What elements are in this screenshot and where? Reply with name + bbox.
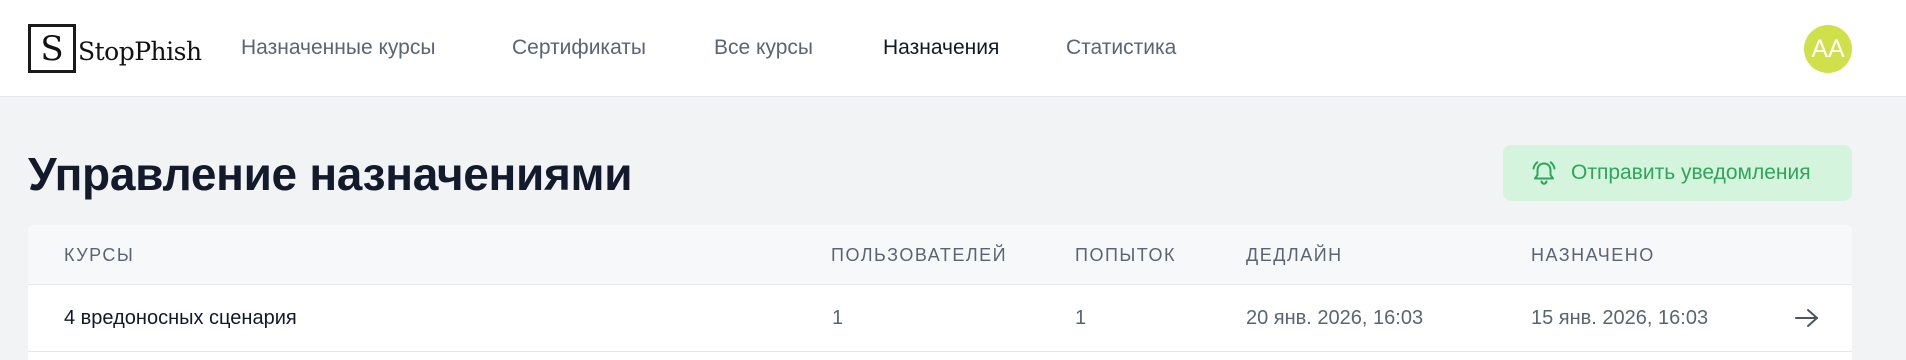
bell-icon: [1531, 159, 1557, 187]
column-header-attempts[interactable]: ПОПЫТОК: [1075, 245, 1176, 266]
user-avatar[interactable]: AA: [1804, 25, 1852, 73]
cell-course-name: 4 вредоносных сценария: [64, 307, 297, 329]
table-header: КУРСЫ ПОЛЬЗОВАТЕЛЕЙ ПОПЫТОК ДЕДЛАЙН НАЗН…: [28, 225, 1852, 285]
cell-assigned-date: 15 янв. 2026, 16:03: [1531, 307, 1709, 329]
nav-assigned-courses[interactable]: Назначенные курсы: [241, 36, 435, 60]
top-navigation-bar: S StopPhish Назначенные курсы Сертификат…: [0, 0, 1906, 97]
cell-deadline: 20 янв. 2026, 16:03: [1246, 307, 1424, 329]
nav-statistics[interactable]: Статистика: [1066, 36, 1176, 60]
arrow-right-icon[interactable]: [1793, 306, 1821, 330]
column-header-assigned[interactable]: НАЗНАЧЕНО: [1531, 245, 1655, 266]
nav-assignments[interactable]: Назначения: [883, 36, 999, 60]
stopphish-logo[interactable]: S StopPhish: [28, 24, 202, 73]
nav-all-courses[interactable]: Все курсы: [714, 36, 813, 60]
page-title: Управление назначениями: [28, 148, 633, 200]
column-header-users[interactable]: ПОЛЬЗОВАТЕЛЕЙ: [831, 245, 1007, 266]
nav-certificates[interactable]: Сертификаты: [512, 36, 646, 60]
cell-users-count: 1: [832, 307, 844, 329]
send-notifications-button[interactable]: Отправить уведомления: [1503, 145, 1852, 201]
column-header-courses[interactable]: КУРСЫ: [64, 245, 134, 266]
logo-text: StopPhish: [78, 37, 202, 66]
table-row[interactable]: 4 вредоносных сценария 1 1 20 янв. 2026,…: [28, 285, 1852, 352]
cell-attempts-count: 1: [1075, 307, 1087, 329]
logo-mark: S: [28, 24, 76, 73]
send-notifications-label: Отправить уведомления: [1571, 161, 1811, 184]
column-header-deadline[interactable]: ДЕДЛАЙН: [1246, 245, 1343, 266]
assignments-table: КУРСЫ ПОЛЬЗОВАТЕЛЕЙ ПОПЫТОК ДЕДЛАЙН НАЗН…: [28, 225, 1852, 360]
